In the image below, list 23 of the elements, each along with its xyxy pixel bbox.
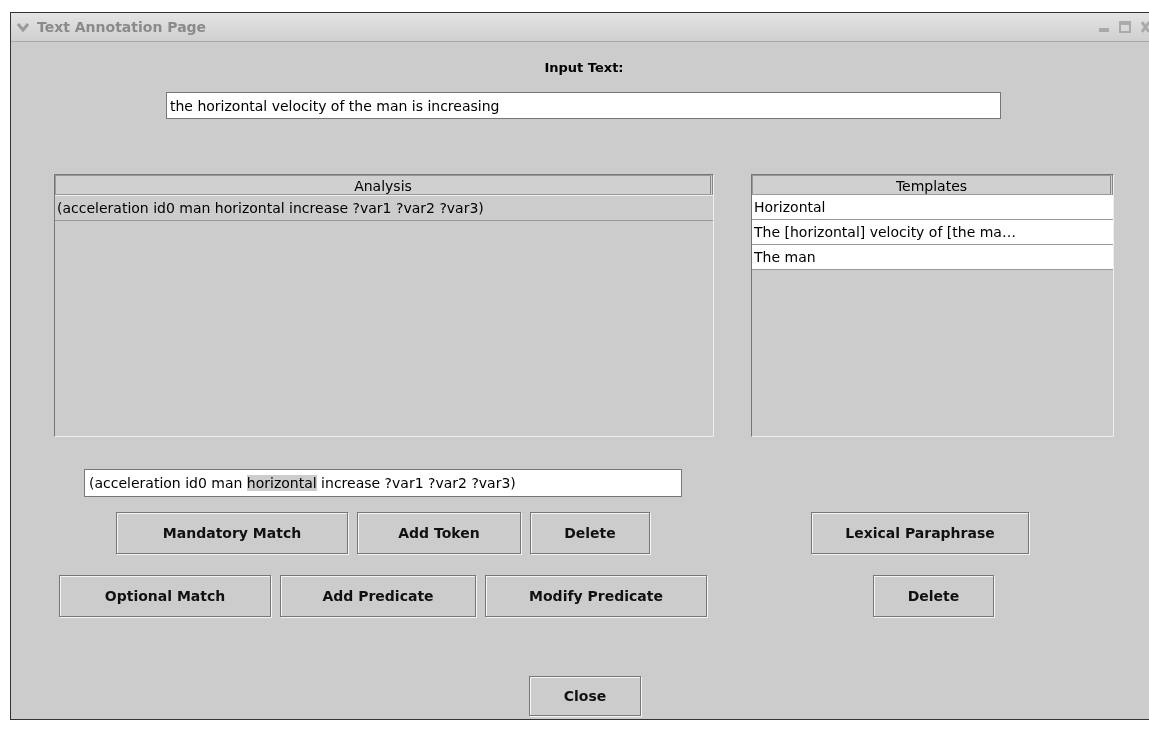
list-item[interactable]: (acceleration id0 man horizontal increase ?var1 ?var2 ?var3): [55, 195, 713, 221]
action-button[interactable]: Add Predicate: [280, 575, 476, 617]
list-item[interactable]: The man: [752, 245, 1113, 270]
action-button[interactable]: Modify Predicate: [485, 575, 707, 617]
action-button[interactable]: Delete: [530, 512, 650, 554]
input-field[interactable]: the horizontal velocity of the man is increasing: [166, 92, 1001, 119]
action-button[interactable]: Delete: [873, 575, 994, 617]
minimize-icon[interactable]: [1099, 26, 1109, 33]
action-button[interactable]: Mandatory Match: [116, 512, 348, 554]
column-header[interactable]: Templates: [752, 175, 1113, 195]
list-item[interactable]: Horizontal: [752, 195, 1113, 220]
maximize-icon[interactable]: [1119, 20, 1131, 33]
column-header[interactable]: Analysis: [55, 175, 713, 195]
window-title: Text Annotation Page: [37, 19, 208, 35]
action-button[interactable]: Add Token: [357, 512, 521, 554]
chevron-icon[interactable]: [17, 22, 29, 32]
action-button[interactable]: Lexical Paraphrase: [811, 512, 1029, 554]
input-label: Input Text:: [544, 60, 624, 75]
list-item[interactable]: The [horizontal] velocity of [the ma…: [752, 220, 1113, 245]
expression-field[interactable]: (acceleration id0 man horizontal increase ?var1 ?var2 ?var3): [84, 469, 682, 497]
action-button[interactable]: Optional Match: [59, 575, 271, 617]
close-button[interactable]: Close: [529, 676, 641, 716]
close-icon[interactable]: [1141, 20, 1149, 33]
